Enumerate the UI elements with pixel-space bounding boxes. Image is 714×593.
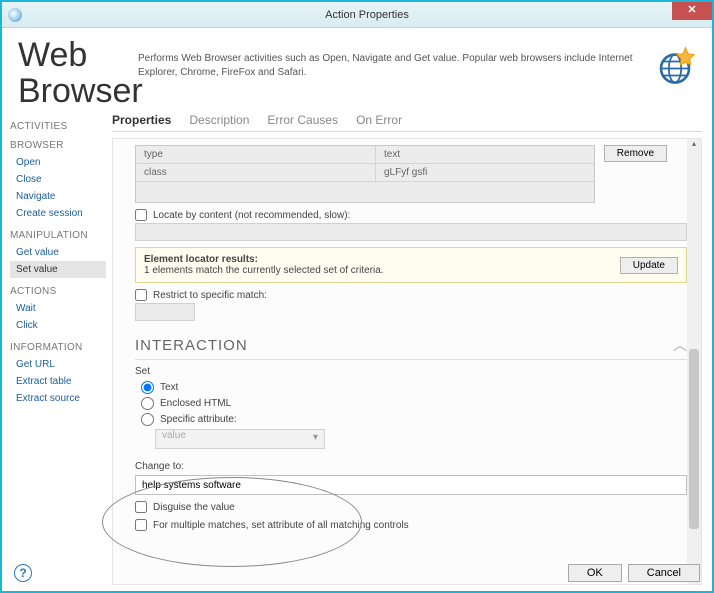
properties-panel: type text class gLFyf gsfi Remove Locate… (112, 138, 702, 585)
change-to-input[interactable] (135, 475, 687, 495)
vertical-scrollbar[interactable]: ▴ ▾ (687, 139, 701, 584)
sidebar-item-wait[interactable]: Wait (10, 300, 106, 317)
sidebar-group-actions: ACTIONS (10, 286, 106, 297)
multiple-matches-checkbox[interactable] (135, 519, 147, 531)
specific-attribute-select[interactable]: value (155, 429, 325, 449)
locate-by-content-checkbox[interactable] (135, 209, 147, 221)
sidebar-group-browser: BROWSER (10, 140, 106, 151)
sidebar-item-get-url[interactable]: Get URL (10, 356, 106, 373)
locator-results: Element locator results: 1 elements matc… (135, 247, 687, 283)
locator-results-text: 1 elements match the currently selected … (144, 265, 384, 276)
sidebar-item-navigate[interactable]: Navigate (10, 188, 106, 205)
cancel-button[interactable]: Cancel (628, 564, 700, 582)
app-icon (8, 8, 22, 22)
sidebar-heading: ACTIVITIES (10, 121, 106, 132)
radio-enclosed-html[interactable] (141, 397, 154, 410)
table-row: class gLFyf gsfi (136, 164, 594, 182)
sidebar: ACTIVITIES BROWSER Open Close Navigate C… (2, 113, 106, 585)
globe-icon (654, 44, 696, 86)
tab-error-causes[interactable]: Error Causes (267, 113, 338, 127)
attribute-table[interactable]: type text class gLFyf gsfi (135, 145, 595, 203)
radio-specific-attribute[interactable] (141, 413, 154, 426)
scroll-up-icon[interactable]: ▴ (687, 139, 701, 153)
page-title: WebBrowser (18, 38, 138, 109)
locate-by-content-input[interactable] (135, 223, 687, 241)
tab-properties[interactable]: Properties (112, 113, 171, 127)
sidebar-group-information: INFORMATION (10, 342, 106, 353)
sidebar-item-click[interactable]: Click (10, 317, 106, 334)
sidebar-item-set-value[interactable]: Set value (10, 261, 106, 278)
table-row: type text (136, 146, 594, 164)
sidebar-group-manipulation: MANIPULATION (10, 230, 106, 241)
chevron-up-icon: ︿ (673, 335, 687, 355)
restrict-match-checkbox[interactable] (135, 289, 147, 301)
remove-button[interactable]: Remove (604, 145, 667, 162)
restrict-match-input[interactable] (135, 303, 195, 321)
title-bar: Action Properties ✕ (2, 2, 712, 28)
ok-button[interactable]: OK (568, 564, 622, 582)
set-group-label: Set (135, 366, 687, 377)
tab-bar: Properties Description Error Causes On E… (112, 113, 702, 132)
sidebar-item-extract-source[interactable]: Extract source (10, 390, 106, 407)
scroll-thumb[interactable] (689, 349, 699, 529)
header: WebBrowser Performs Web Browser activiti… (2, 28, 712, 113)
locator-results-heading: Element locator results: (144, 254, 258, 265)
sidebar-item-extract-table[interactable]: Extract table (10, 373, 106, 390)
change-to-label: Change to: (135, 461, 687, 472)
sidebar-item-close[interactable]: Close (10, 171, 106, 188)
footer: ? OK Cancel (2, 559, 712, 587)
sidebar-item-open[interactable]: Open (10, 154, 106, 171)
radio-text[interactable] (141, 381, 154, 394)
tab-on-error[interactable]: On Error (356, 113, 402, 127)
help-button[interactable]: ? (14, 564, 32, 582)
tab-description[interactable]: Description (189, 113, 249, 127)
locate-by-content-label: Locate by content (not recommended, slow… (153, 210, 350, 221)
close-button[interactable]: ✕ (672, 2, 712, 20)
page-description: Performs Web Browser activities such as … (138, 38, 654, 109)
window-title: Action Properties (22, 9, 712, 21)
sidebar-item-create-session[interactable]: Create session (10, 205, 106, 222)
restrict-match-label: Restrict to specific match: (153, 290, 267, 301)
disguise-value-checkbox[interactable] (135, 501, 147, 513)
interaction-header[interactable]: INTERACTION ︿ (135, 335, 687, 355)
sidebar-item-get-value[interactable]: Get value (10, 244, 106, 261)
update-button[interactable]: Update (620, 257, 678, 274)
